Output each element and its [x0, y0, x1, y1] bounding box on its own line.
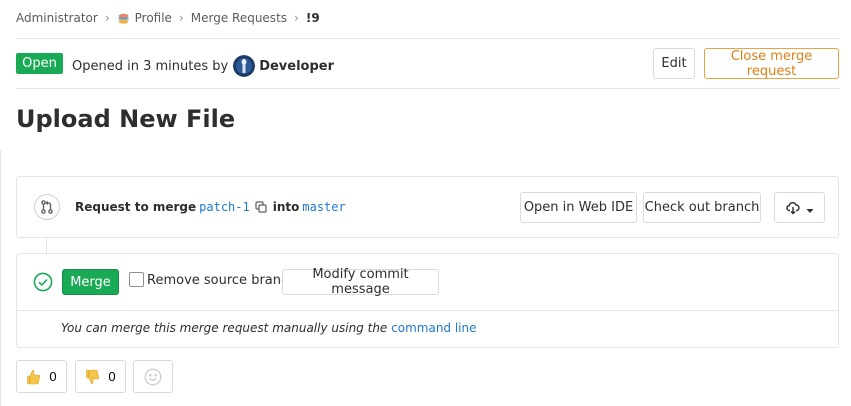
thumbsdown-count: 0: [108, 369, 116, 384]
merge-request-description: Request to merge patch-1 into master: [75, 200, 349, 214]
status-badge: Open: [16, 53, 63, 74]
remove-source-branch-label[interactable]: Remove source branch: [147, 273, 296, 288]
into-label: into: [272, 200, 300, 214]
request-to-merge-label: Request to merge: [75, 200, 197, 214]
thumbsup-count: 0: [49, 369, 57, 384]
divider: [16, 38, 839, 39]
add-reaction-button[interactable]: [133, 360, 173, 393]
manual-merge-text: You can merge this merge request manuall…: [61, 321, 388, 335]
breadcrumb-profile[interactable]: Profile: [135, 11, 172, 25]
check-out-branch-button[interactable]: Check out branch: [643, 192, 761, 223]
mr-info-widget: Request to merge patch-1 into master Ope…: [16, 176, 839, 238]
widget-connector: [46, 238, 47, 253]
chevron-down-icon: [806, 204, 814, 213]
divider: [16, 88, 839, 89]
opened-text: Opened in 3 minutes by: [72, 58, 229, 74]
avatar[interactable]: [233, 55, 256, 77]
opened-info: Opened in 3 minutes by Developer: [72, 55, 334, 77]
manual-merge-hint: You can merge this merge request manuall…: [61, 321, 477, 335]
copy-icon[interactable]: [255, 201, 267, 213]
breadcrumb-administrator[interactable]: Administrator: [16, 11, 98, 25]
sidebar-edge: [0, 150, 1, 406]
download-icon: [785, 201, 800, 215]
breadcrumb: Administrator › Profile › Merge Requests…: [16, 9, 320, 27]
check-circle-icon: [33, 272, 53, 292]
remove-source-branch-checkbox[interactable]: [129, 272, 144, 287]
source-branch[interactable]: patch-1: [199, 200, 250, 214]
breadcrumb-merge-requests[interactable]: Merge Requests: [191, 11, 287, 25]
merge-request-icon: [34, 194, 60, 220]
smiley-icon: [144, 368, 162, 386]
thumbsup-icon: [26, 369, 42, 385]
page-title: Upload New File: [16, 105, 236, 133]
merge-widget: Merge Remove source branch Modify commit…: [16, 253, 839, 348]
breadcrumb-mr-id[interactable]: !9: [306, 11, 320, 25]
open-web-ide-button[interactable]: Open in Web IDE: [520, 192, 637, 223]
thumbsup-award-button[interactable]: 0: [16, 360, 67, 393]
author-name[interactable]: Developer: [259, 59, 334, 74]
modify-commit-message-button[interactable]: Modify commit message: [282, 267, 439, 297]
merge-button[interactable]: Merge: [62, 269, 119, 295]
target-branch[interactable]: master: [302, 200, 345, 214]
project-icon: [117, 12, 130, 25]
thumbsdown-award-button[interactable]: 0: [75, 360, 126, 393]
command-line-link[interactable]: command line: [391, 321, 476, 335]
close-merge-request-button[interactable]: Close merge request: [704, 48, 839, 79]
edit-button[interactable]: Edit: [653, 48, 695, 79]
breadcrumb-separator: ›: [178, 11, 184, 25]
breadcrumb-separator: ›: [294, 11, 299, 25]
download-dropdown-button[interactable]: [774, 192, 825, 223]
divider: [17, 310, 838, 311]
breadcrumb-separator: ›: [104, 11, 110, 25]
thumbsdown-icon: [85, 369, 101, 385]
